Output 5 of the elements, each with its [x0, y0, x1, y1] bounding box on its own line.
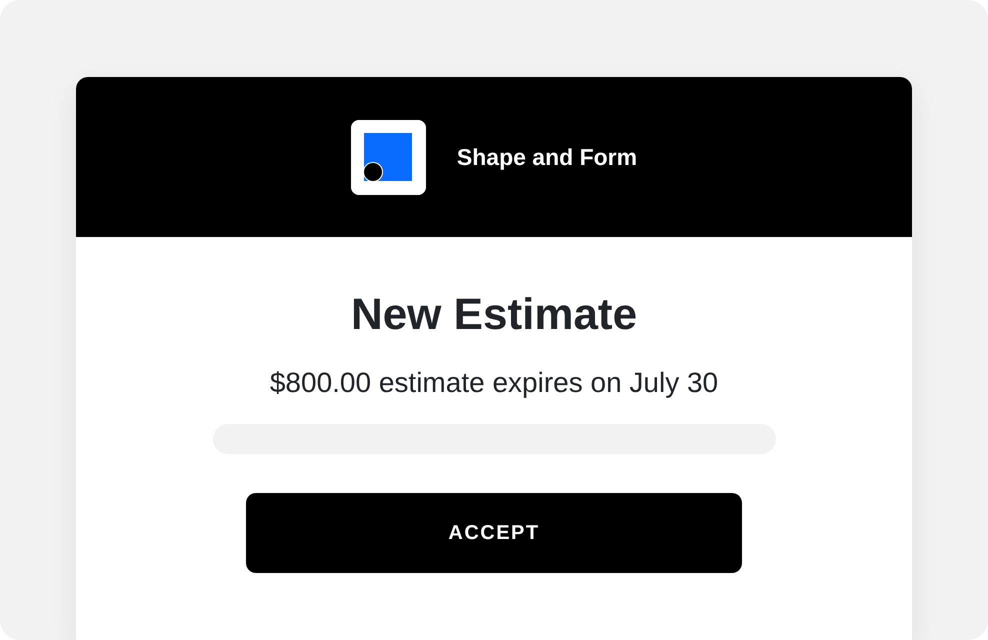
business-name: Shape and Form	[456, 142, 638, 172]
logo-icon	[350, 120, 426, 194]
accept-button[interactable]: ACCEPT	[246, 492, 742, 573]
estimate-title: New Estimate	[350, 289, 638, 341]
estimate-summary: $800.00 estimate expires on July 30	[270, 366, 718, 400]
